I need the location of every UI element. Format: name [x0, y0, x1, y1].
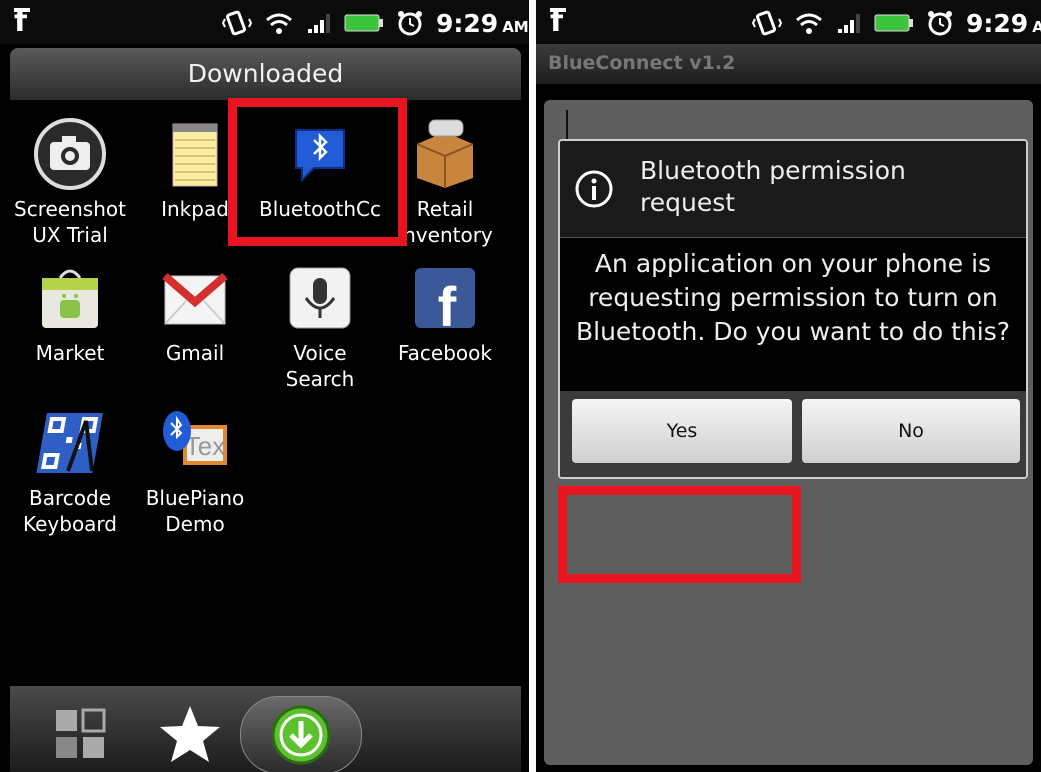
app-label: Gmail — [165, 341, 225, 365]
status-bar: f 9:29AM — [536, 0, 1041, 44]
app-label: Screenshot UX Trial — [14, 197, 126, 247]
market-bag-icon — [34, 262, 106, 334]
clock-time: 9:29 — [966, 8, 1029, 38]
app-label: BluePiano Demo — [145, 486, 245, 536]
app-market[interactable]: Market — [5, 262, 135, 366]
blueconnect-screen: f 9:29AM BlueConnect v1.2 Bluetooth perm… — [536, 0, 1041, 772]
status-bar: f 9:29AM — [0, 0, 529, 44]
camera-icon — [34, 118, 106, 190]
vibrate-icon — [222, 10, 252, 36]
notepad-icon — [159, 118, 231, 190]
app-bluepiano-demo[interactable]: Tex BluePiano Demo — [130, 407, 260, 537]
qr-code-icon — [34, 407, 106, 479]
all-apps-icon[interactable] — [54, 708, 106, 760]
app-gmail[interactable]: Gmail — [130, 262, 260, 366]
dialog-button-bar: Yes No — [560, 391, 1026, 477]
clock-ampm: AM — [502, 17, 529, 36]
app-title-bar: BlueConnect v1.2 — [536, 44, 1041, 84]
dialog-message: An application on your phone is requesti… — [575, 249, 1011, 346]
app-label: Market — [35, 341, 105, 365]
app-drawer-screen: f 9:29 AM Downloaded Screenshot UX Trial … — [0, 0, 529, 772]
app-screenshot-ux-trial[interactable]: Screenshot UX Trial — [5, 118, 135, 248]
svg-text:f: f — [438, 275, 457, 334]
highlight-box — [558, 486, 801, 583]
vibrate-icon — [752, 10, 782, 36]
app-label: Facebook — [398, 341, 492, 365]
signal-icon — [838, 14, 860, 33]
alarm-icon — [398, 11, 422, 36]
dialog-header: Bluetooth permission request — [560, 141, 1026, 238]
wifi-icon — [796, 13, 822, 34]
facebook-icon: f — [409, 262, 481, 338]
clock-ampm: AM — [1032, 17, 1041, 36]
bluetooth-text-icon: Tex — [159, 407, 231, 479]
yes-button[interactable]: Yes — [572, 399, 792, 463]
app-facebook[interactable]: f Facebook — [380, 262, 510, 366]
gmail-icon — [159, 262, 231, 334]
dialog-title: Bluetooth permission request — [640, 156, 906, 217]
app-voice-search[interactable]: Voice Search — [255, 262, 385, 392]
facebook-notification-icon: f — [14, 6, 48, 38]
no-button[interactable]: No — [802, 399, 1020, 463]
info-icon — [575, 170, 613, 208]
facebook-notification-icon: f — [550, 6, 584, 38]
app-label: Voice Search — [285, 341, 355, 391]
highlight-box — [228, 98, 407, 246]
signal-icon — [308, 14, 330, 33]
favorites-star-icon[interactable] — [158, 704, 222, 764]
wifi-icon — [266, 13, 292, 34]
app-barcode-keyboard[interactable]: Barcode Keyboard — [5, 407, 135, 537]
downloaded-icon — [271, 705, 331, 765]
svg-text:Tex: Tex — [185, 431, 225, 461]
page-title: Downloaded — [10, 48, 521, 100]
battery-icon — [344, 14, 383, 32]
box-icon — [409, 118, 481, 190]
app-label: Barcode Keyboard — [22, 486, 117, 536]
downloaded-tab[interactable] — [240, 696, 362, 772]
clock-time: 9:29 — [436, 8, 499, 38]
bottom-dock — [10, 686, 521, 772]
microphone-icon — [284, 262, 356, 334]
alarm-icon — [928, 11, 952, 36]
battery-icon — [874, 14, 913, 32]
permission-dialog: Bluetooth permission request An applicat… — [558, 139, 1028, 479]
